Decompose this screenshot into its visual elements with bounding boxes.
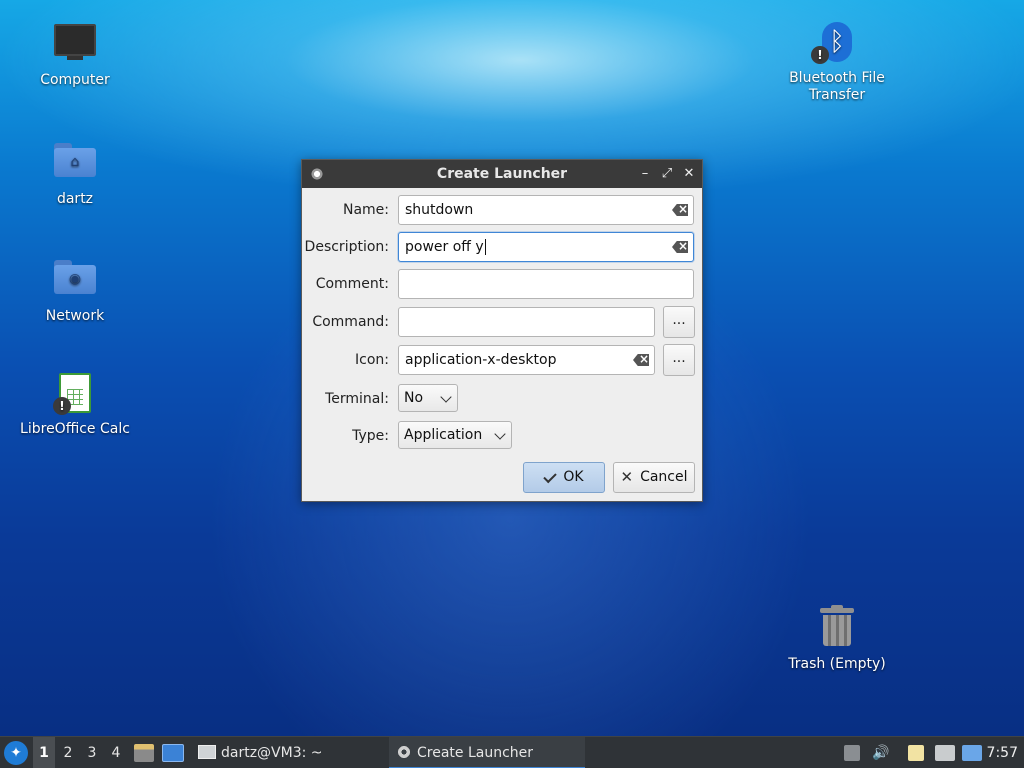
computer-icon <box>53 24 97 68</box>
comment-label: Comment: <box>315 276 389 292</box>
desktop-icon-label: Network <box>45 308 105 324</box>
maximize-button[interactable]: ⤢ <box>660 160 674 188</box>
command-row: Command: ... <box>302 306 702 338</box>
desktop-icon-label: Computer <box>40 72 110 88</box>
description-row: Description: power off y <box>302 232 702 262</box>
type-label: Type: <box>352 428 389 444</box>
check-icon <box>543 469 558 483</box>
chevron-down-icon <box>440 391 452 403</box>
workspace-4[interactable]: 4 <box>105 737 127 768</box>
type-value: Application <box>404 427 483 443</box>
type-select[interactable]: Application <box>398 421 512 449</box>
minimize-button[interactable]: – <box>638 160 652 188</box>
workspace-1[interactable]: 1 <box>33 737 55 768</box>
file-manager-icon[interactable] <box>134 744 154 762</box>
terminal-select[interactable]: No <box>398 384 458 412</box>
description-value: power off y <box>405 239 484 255</box>
terminal-label: Terminal: <box>325 391 389 407</box>
start-menu-icon[interactable]: ✦ <box>4 741 28 765</box>
icon-label: Icon: <box>355 352 389 368</box>
dialog-title: Create Launcher <box>436 166 568 182</box>
desktop-icon-label: Trash (Empty) <box>788 656 886 672</box>
text-caret <box>484 239 486 255</box>
bluetooth-icon: ᛒ ! <box>811 22 859 66</box>
name-label: Name: <box>342 202 389 218</box>
task-create-launcher[interactable]: Create Launcher <box>389 737 585 768</box>
icon-field[interactable]: application-x-desktop <box>398 345 655 375</box>
clear-icon-icon[interactable] <box>633 354 649 366</box>
desktop-icon-network[interactable]: ◉ Network <box>10 254 140 325</box>
desktop-icon-home[interactable]: ⌂ dartz <box>10 137 140 208</box>
task-terminal[interactable]: dartz@VM3: ~ <box>192 737 329 768</box>
chevron-down-icon <box>494 428 506 440</box>
type-row: Type: Application <box>302 421 702 451</box>
notification-icon[interactable] <box>962 745 982 761</box>
terminal-window-icon <box>198 744 216 759</box>
workspace-3[interactable]: 3 <box>81 737 103 768</box>
clock[interactable]: 7:57 <box>987 737 1018 768</box>
show-desktop-icon[interactable] <box>162 744 184 762</box>
desktop-icon-label: Bluetooth File Transfer <box>789 70 885 103</box>
ok-button[interactable]: OK <box>523 462 605 493</box>
comment-field[interactable] <box>398 269 694 299</box>
dialog-titlebar[interactable]: Create Launcher – ⤢ ✕ <box>302 160 702 188</box>
task-label: Create Launcher <box>417 745 534 761</box>
cancel-button[interactable]: ✕ Cancel <box>613 462 695 493</box>
home-folder-icon: ⌂ <box>53 143 97 187</box>
clear-description-icon[interactable] <box>672 241 688 253</box>
ok-label: OK <box>563 469 584 485</box>
name-row: Name: shutdown <box>302 195 702 225</box>
gear-icon <box>397 744 411 759</box>
comment-row: Comment: <box>302 269 702 299</box>
create-launcher-dialog: Create Launcher – ⤢ ✕ Name: shutdown Des… <box>301 159 703 502</box>
network-icon[interactable] <box>935 745 955 761</box>
desktop-icon-bluetooth[interactable]: ᛒ ! Bluetooth File Transfer <box>772 20 902 104</box>
cancel-label: Cancel <box>640 469 688 485</box>
command-field[interactable] <box>398 307 655 337</box>
taskbar: ✦ 1 2 3 4 dartz@VM3: ~ Create Launcher 🔊… <box>0 736 1024 768</box>
clear-name-icon[interactable] <box>672 204 688 216</box>
description-field[interactable]: power off y <box>398 232 694 262</box>
icon-row: Icon: application-x-desktop ... <box>302 344 702 376</box>
description-label: Description: <box>304 239 389 255</box>
desktop-icon-libreoffice-calc[interactable]: ! LibreOffice Calc <box>10 371 140 438</box>
task-label: dartz@VM3: ~ <box>221 745 323 761</box>
cancel-icon: ✕ <box>620 468 634 486</box>
terminal-value: No <box>404 390 424 406</box>
spreadsheet-icon: ! <box>53 373 97 417</box>
warning-icon: ! <box>53 397 71 415</box>
desktop-icon-label: dartz <box>56 191 94 207</box>
desktop-icon-trash[interactable]: Trash (Empty) <box>772 604 902 673</box>
volume-icon[interactable]: 🔊 <box>872 737 889 768</box>
close-button[interactable]: ✕ <box>682 160 696 188</box>
name-value: shutdown <box>405 202 474 218</box>
command-label: Command: <box>312 314 389 330</box>
terminal-row: Terminal: No <box>302 384 702 414</box>
browse-command-button[interactable]: ... <box>663 306 695 338</box>
workspace-2[interactable]: 2 <box>57 737 79 768</box>
icon-value: application-x-desktop <box>405 352 557 368</box>
browse-icon-button[interactable]: ... <box>663 344 695 376</box>
network-folder-icon: ◉ <box>53 260 97 304</box>
trash-icon <box>815 605 859 652</box>
warning-icon: ! <box>811 46 829 64</box>
desktop-icon-computer[interactable]: Computer <box>10 20 140 89</box>
tray-up-icon[interactable] <box>844 745 860 761</box>
clipboard-icon[interactable] <box>908 745 924 761</box>
name-field[interactable]: shutdown <box>398 195 694 225</box>
gear-icon <box>310 167 324 181</box>
desktop-icon-label: LibreOffice Calc <box>20 421 130 437</box>
